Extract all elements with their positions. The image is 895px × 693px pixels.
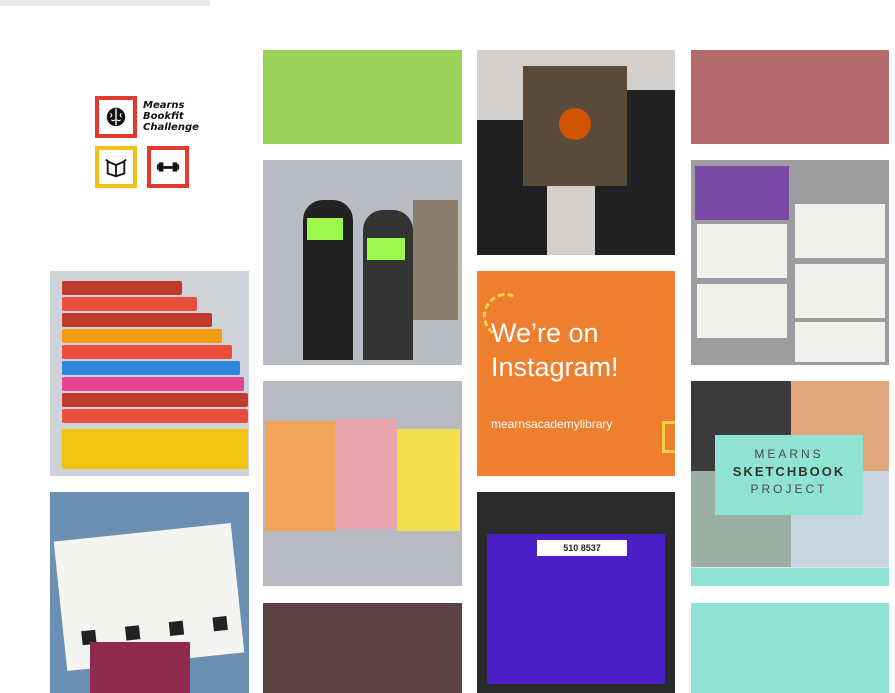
sketchbook-project-tile[interactable]: MEARNS SKETCHBOOK PROJECT <box>691 381 889 586</box>
qr-code-icon <box>212 616 228 632</box>
mint-tile <box>691 603 889 693</box>
book-spine <box>62 297 197 311</box>
book-spine <box>62 345 232 359</box>
qr-code-icon <box>124 625 141 641</box>
logo-text: Mearns Bookfit Challenge <box>143 100 199 133</box>
book-spine <box>62 393 248 407</box>
book-cover <box>62 429 248 469</box>
brain-logo-box <box>95 96 137 138</box>
book-cover-solitaire <box>335 419 397 529</box>
rose-tile <box>691 50 889 144</box>
qr-cards-photo[interactable] <box>50 492 249 693</box>
instagram-handle[interactable]: mearnsacademylibrary <box>491 417 612 431</box>
bookshelf <box>413 200 458 320</box>
book-cover-rock-paper-killers <box>397 429 460 531</box>
kahoot-screen-photo[interactable]: 510 8537 <box>477 492 675 693</box>
sketchbook-banner: MEARNS SKETCHBOOK PROJECT <box>715 435 863 515</box>
top-scroll-indicator <box>0 0 210 6</box>
sketchbook-line-3: PROJECT <box>750 482 828 496</box>
brain-icon <box>104 105 128 129</box>
logo-line-1: Mearns <box>143 100 185 111</box>
art-card <box>695 166 789 220</box>
maroon-tile <box>263 603 462 693</box>
instagram-title-line-1: We’re on <box>491 318 599 348</box>
stacked-books-photo[interactable] <box>50 271 249 476</box>
art-card <box>795 322 885 362</box>
student-figure <box>363 210 413 360</box>
art-card <box>697 224 787 278</box>
book-spine <box>62 313 212 327</box>
logo-line-3: Challenge <box>143 122 199 133</box>
bookfit-logo: Mearns Bookfit Challenge <box>95 96 205 196</box>
art-card <box>795 204 885 258</box>
book-spine <box>62 329 222 343</box>
qr-code-icon <box>168 620 185 636</box>
logo-line-2: Bookfit <box>143 111 184 122</box>
dumbbell-logo-box <box>147 146 189 188</box>
book-cover-spinning <box>265 421 335 531</box>
sketchbook-line-1: MEARNS <box>754 447 824 461</box>
featured-books-photo[interactable] <box>263 381 462 586</box>
book-spine <box>62 377 244 391</box>
book-spine <box>62 281 182 295</box>
sketchbook-line-2: SKETCHBOOK <box>732 464 846 479</box>
art-cards-photo[interactable] <box>691 160 889 365</box>
book-runner-sign <box>307 218 343 240</box>
book-cover-emblem <box>559 108 591 140</box>
decorative-bracket <box>662 421 675 453</box>
art-card <box>795 264 885 318</box>
art-card <box>697 284 787 338</box>
sketchbook-footer <box>691 568 889 586</box>
quiz-display: 510 8537 <box>487 534 665 684</box>
dumbbell-icon <box>156 155 180 179</box>
book-logo-box <box>95 146 137 188</box>
instagram-promo-tile[interactable]: We’re on Instagram! mearnsacademylibrary <box>477 271 675 476</box>
book-runner-sign <box>367 238 405 260</box>
library-students-photo[interactable] <box>263 160 462 365</box>
instagram-title-line-2: Instagram! <box>491 352 619 382</box>
instagram-title: We’re on Instagram! <box>491 316 619 384</box>
book-spine <box>62 361 240 375</box>
green-tile <box>263 50 462 144</box>
book-cover <box>523 66 627 186</box>
book-cover <box>90 642 190 693</box>
book-hand-icon <box>104 155 128 179</box>
book-face-photo[interactable] <box>477 50 675 255</box>
game-pin-bar: 510 8537 <box>537 540 627 556</box>
book-spine <box>62 409 248 423</box>
